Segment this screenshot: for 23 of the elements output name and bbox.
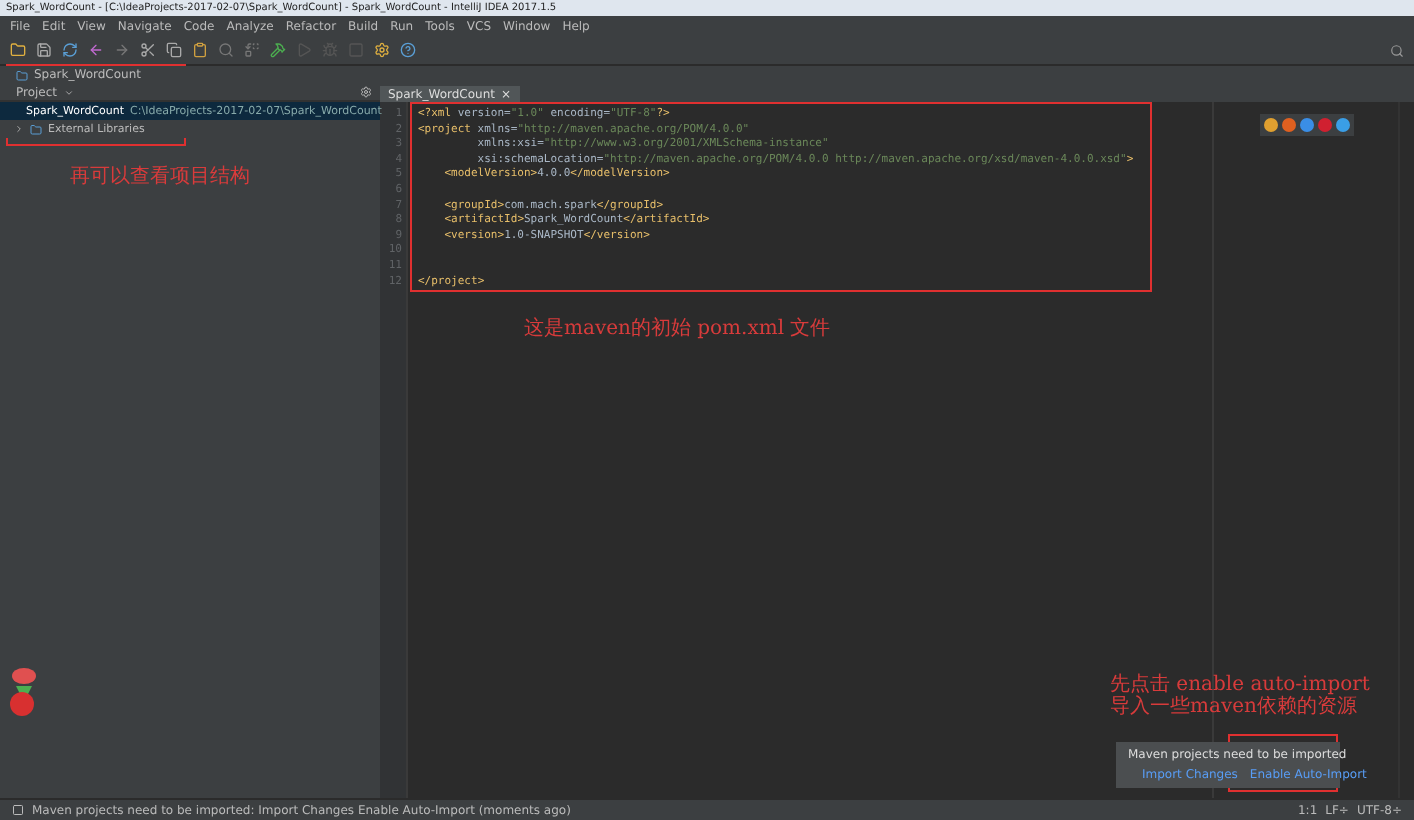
annotation-note: 再可以查看项目结构 <box>70 166 250 188</box>
refresh-icon[interactable] <box>62 42 78 58</box>
clipboard-icon[interactable] <box>192 42 208 58</box>
annotation-note: 这是maven的初始 pom.xml 文件 <box>524 318 831 340</box>
settings-icon[interactable] <box>374 42 390 58</box>
forward-arrow-icon[interactable] <box>114 42 130 58</box>
back-arrow-icon[interactable] <box>88 42 104 58</box>
help-icon[interactable] <box>400 42 416 58</box>
folder-icon <box>16 69 28 81</box>
annotation-note: 先点击 enable auto-import 导入一些maven依赖的资源 <box>1110 674 1370 718</box>
status-icon <box>12 804 24 816</box>
search-icon[interactable] <box>1390 43 1404 57</box>
dropdown-caret-icon[interactable] <box>63 87 74 97</box>
scissors-icon[interactable] <box>140 42 156 58</box>
folder-icon <box>30 123 42 135</box>
hammer-icon[interactable] <box>270 42 286 58</box>
folder-icon[interactable] <box>10 42 26 58</box>
replace-icon[interactable] <box>244 42 260 58</box>
fruit-drawing <box>8 666 40 718</box>
settings-icon[interactable] <box>360 86 372 98</box>
search-icon[interactable] <box>218 42 234 58</box>
copy-icon[interactable] <box>166 42 182 58</box>
save-icon[interactable] <box>36 42 52 58</box>
